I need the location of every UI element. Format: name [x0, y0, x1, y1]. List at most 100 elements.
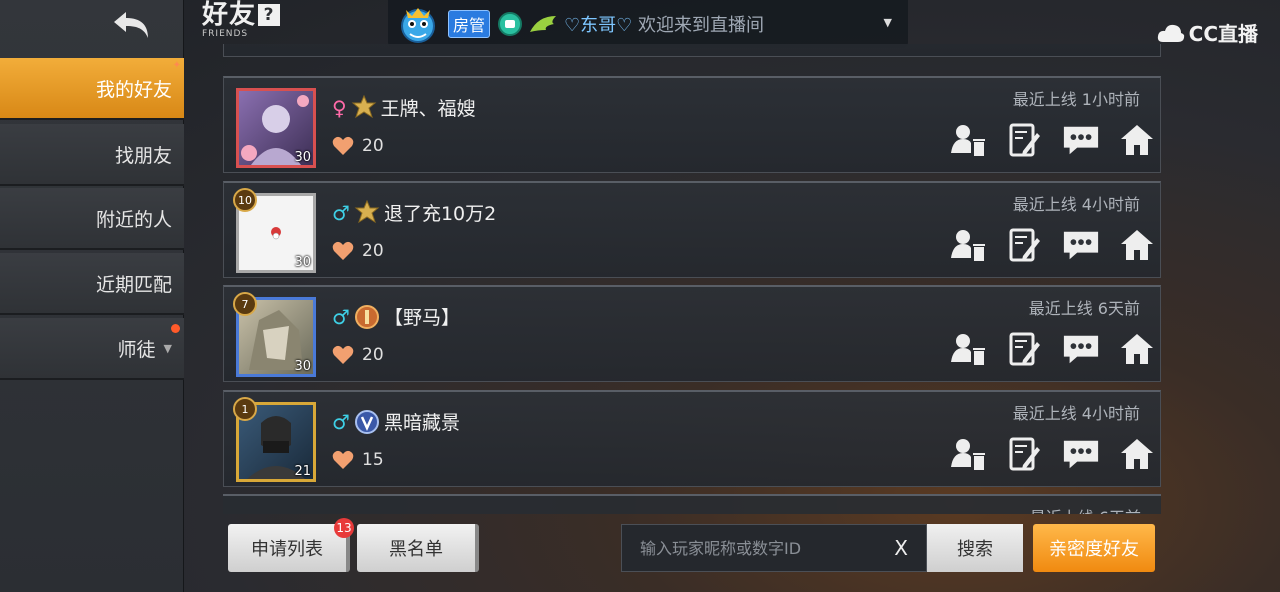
chevron-down-icon: ▼	[163, 341, 172, 355]
row-actions	[950, 436, 1156, 472]
rank-badge: 7	[233, 292, 257, 316]
search-button[interactable]: 搜索	[927, 524, 1023, 572]
delete-friend-button[interactable]	[950, 227, 988, 263]
apply-list-button[interactable]: 申请列表 13	[228, 518, 354, 572]
sidebar-item-label: 附近的人	[95, 208, 172, 231]
host-name: ♡东哥♡	[564, 15, 633, 36]
edit-note-button[interactable]	[1006, 227, 1044, 263]
avatar[interactable]: 30	[236, 88, 316, 168]
visit-home-button[interactable]	[1118, 122, 1156, 158]
rank-badge: 1	[233, 397, 257, 421]
chat-button[interactable]	[1062, 227, 1100, 263]
player-level: 30	[294, 150, 311, 165]
sidebar: 我的好友 ✦ 找朋友 附近的人 近期匹配 师徒 ▼	[0, 0, 184, 592]
friend-list[interactable]: 30 ♀ 王牌、福嫂 20 最近上线 1小时前 10 30 ♂ 退了充10万2 …	[223, 44, 1163, 514]
room-admin-badge: 房管	[448, 10, 491, 38]
intimacy-friends-label: 亲密度好友	[1049, 539, 1139, 560]
visit-home-button[interactable]	[1118, 227, 1156, 263]
friend-row[interactable]: 最近上线 6天前	[223, 494, 1161, 514]
edit-note-icon	[1009, 228, 1040, 262]
edit-note-button[interactable]	[1006, 436, 1044, 472]
heart-icon	[332, 345, 354, 364]
friend-name: 退了充10万2	[383, 203, 497, 225]
intimacy-row: 15	[332, 450, 384, 470]
edit-note-icon	[1009, 437, 1040, 471]
last-online: 最近上线 6天前	[1028, 299, 1140, 318]
player-level: 30	[294, 359, 311, 374]
gender-female-icon: ♀	[332, 95, 347, 120]
delete-friend-button[interactable]	[950, 331, 988, 367]
friend-row[interactable]: 30 ♀ 王牌、福嫂 20 最近上线 1小时前	[223, 76, 1161, 173]
chat-icon	[1063, 335, 1099, 364]
last-online: 最近上线 4小时前	[1012, 404, 1140, 423]
name-row: ♂ 黑暗藏景	[332, 408, 460, 435]
fan-badge-icon	[498, 12, 523, 36]
heart-icon	[332, 450, 354, 469]
visit-home-button[interactable]	[1118, 331, 1156, 367]
friend-row[interactable]: 7 30 ♂ 【野马】 20 最近上线 6天前	[223, 285, 1161, 382]
help-icon[interactable]: ?	[258, 4, 281, 26]
home-icon	[1121, 125, 1153, 155]
caret-down-icon[interactable]: ▼	[884, 16, 892, 29]
chat-button[interactable]	[1062, 331, 1100, 367]
page-title: 好友 ? FRIENDS	[202, 0, 281, 39]
back-button[interactable]	[108, 6, 158, 46]
player-level: 30	[294, 255, 311, 270]
edit-note-icon	[1009, 332, 1040, 366]
row-actions	[950, 227, 1156, 263]
intimacy-value: 20	[362, 241, 384, 261]
sidebar-item-mentor[interactable]: 师徒 ▼	[0, 318, 184, 380]
edit-note-button[interactable]	[1006, 122, 1044, 158]
page-subtitle: FRIENDS	[202, 29, 249, 39]
rank-badge: 10	[233, 188, 257, 212]
blacklist-button[interactable]: 黑名单	[357, 524, 479, 572]
sidebar-item-my-friends[interactable]: 我的好友 ✦	[0, 58, 184, 120]
rank-emblem-icon	[354, 409, 380, 435]
row-actions	[950, 122, 1156, 158]
name-row: ♂ 【野马】	[332, 303, 460, 330]
avatar[interactable]: 1 21	[233, 397, 316, 482]
wing-icon	[530, 16, 557, 32]
back-arrow-icon	[114, 12, 148, 38]
rank-emblem-icon	[354, 304, 380, 330]
avatar[interactable]: 10 30	[233, 188, 316, 273]
intimacy-value: 20	[362, 345, 384, 365]
delete-friend-button[interactable]	[950, 436, 988, 472]
sidebar-item-recent-match[interactable]: 近期匹配	[0, 253, 184, 315]
friend-row[interactable]: 1 21 ♂ 黑暗藏景 15 最近上线 4小时前	[223, 390, 1161, 487]
avatar[interactable]: 7 30	[233, 292, 316, 377]
heart-icon	[332, 241, 354, 260]
home-icon	[1121, 439, 1153, 469]
chat-button[interactable]	[1062, 436, 1100, 472]
blacklist-label: 黑名单	[389, 539, 443, 560]
host-avatar	[394, 0, 442, 48]
notification-dot	[171, 324, 180, 333]
sidebar-item-nearby[interactable]: 附近的人	[0, 188, 184, 250]
intimacy-row: 20	[332, 241, 384, 261]
chat-icon	[1063, 440, 1099, 469]
search-input[interactable]	[640, 538, 880, 558]
sidebar-item-label: 师徒	[117, 338, 156, 361]
chat-icon	[1063, 126, 1099, 155]
visit-home-button[interactable]	[1118, 436, 1156, 472]
friend-row[interactable]: 10 30 ♂ 退了充10万2 20 最近上线 4小时前	[223, 181, 1161, 278]
sidebar-item-label: 我的好友	[95, 78, 172, 101]
clear-icon[interactable]: X	[894, 536, 908, 560]
sidebar-item-find-friends[interactable]: 找朋友	[0, 124, 184, 186]
chat-button[interactable]	[1062, 122, 1100, 158]
live-welcome-bar: 房管 ♡东哥♡ 欢迎来到直播间 ▼	[388, 0, 908, 48]
brand-text: CC直播	[1188, 22, 1258, 46]
gender-male-icon: ♂	[332, 304, 350, 329]
intimacy-friends-button[interactable]: 亲密度好友	[1033, 524, 1155, 572]
rank-emblem-icon	[354, 199, 380, 226]
delete-friend-icon	[951, 439, 985, 470]
page-title-text: 好友	[202, 0, 257, 30]
search-box: X	[621, 524, 927, 572]
rank-emblem-icon	[351, 94, 377, 121]
edit-note-button[interactable]	[1006, 331, 1044, 367]
delete-friend-icon	[951, 230, 985, 261]
delete-friend-button[interactable]	[950, 122, 988, 158]
intimacy-row: 20	[332, 136, 384, 156]
friend-name: 【野马】	[383, 307, 460, 329]
sidebar-item-label: 近期匹配	[95, 273, 172, 296]
